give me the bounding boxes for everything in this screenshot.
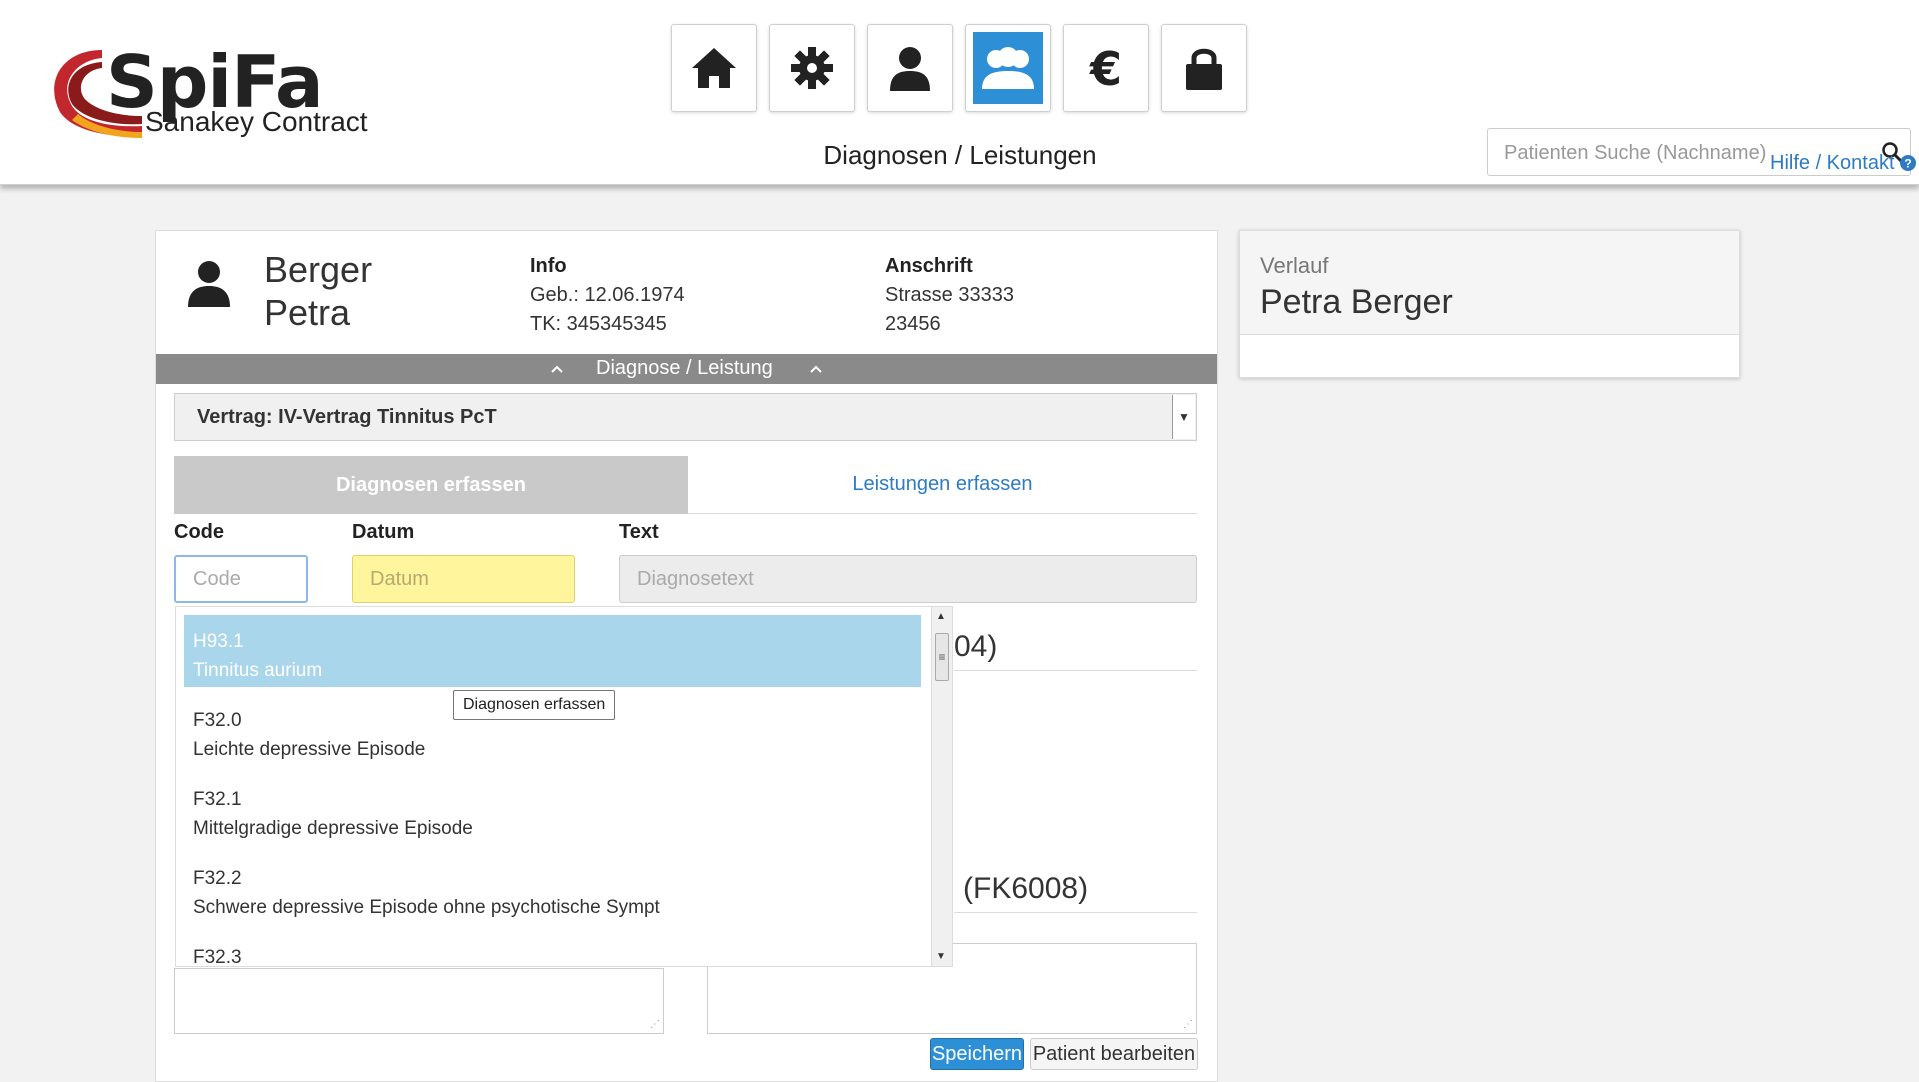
nav-patient-button[interactable] xyxy=(867,24,953,112)
svg-text:€: € xyxy=(1089,45,1122,91)
spifa-logo[interactable]: SpiFa Sanakey Contract xyxy=(42,40,372,150)
suggestion-text: Schwere depressive Episode ohne psychoti… xyxy=(193,897,660,918)
save-button[interactable]: Speichern xyxy=(930,1038,1024,1070)
patient-street: Strasse 33333 xyxy=(885,284,1014,306)
suggestion-code: H93.1 xyxy=(193,631,244,652)
tooltip: Diagnosen erfassen xyxy=(453,690,616,720)
notes-textarea-left[interactable]: ⋰ xyxy=(174,968,664,1034)
history-patient-name: Petra Berger xyxy=(1260,283,1453,321)
suggestion-item[interactable]: F32.3 xyxy=(184,931,921,967)
date-label: Datum xyxy=(352,521,415,543)
app-header: SpiFa Sanakey Contract € Diagnosen / Lei… xyxy=(0,0,1919,185)
users-icon xyxy=(982,47,1034,89)
partial-entry-text: 04) xyxy=(954,630,998,663)
resize-grip-icon[interactable]: ⋰ xyxy=(650,1020,660,1030)
svg-text:?: ? xyxy=(1904,157,1911,171)
code-input[interactable] xyxy=(174,555,308,603)
contract-select[interactable]: Vertrag: IV-Vertrag Tinnitus PcT ▼ xyxy=(174,393,1197,441)
history-panel: Verlauf Petra Berger xyxy=(1239,230,1740,378)
patient-birth-date: Geb.: 12.06.1974 xyxy=(530,284,685,306)
dropdown-arrow-icon[interactable]: ▼ xyxy=(1172,395,1195,439)
suggestion-code: F32.1 xyxy=(193,789,242,810)
nav-lock-button[interactable] xyxy=(1161,24,1247,112)
diagnosis-text-input[interactable] xyxy=(619,555,1197,603)
date-input[interactable] xyxy=(352,555,575,603)
section-toggle-bar[interactable]: Diagnose / Leistung xyxy=(156,354,1217,384)
edit-patient-button[interactable]: Patient bearbeiten xyxy=(1030,1038,1198,1070)
suggestion-item[interactable]: F32.2 Schwere depressive Episode ohne ps… xyxy=(184,852,921,924)
divider xyxy=(954,670,1197,671)
scroll-up-arrow-icon[interactable]: ▲ xyxy=(936,611,946,622)
gear-icon xyxy=(791,47,833,89)
divider xyxy=(954,912,1197,913)
lock-icon xyxy=(1186,48,1222,90)
info-label: Info xyxy=(530,255,567,277)
patient-avatar-icon xyxy=(188,261,230,307)
suggestion-text: Leichte depressive Episode xyxy=(193,739,426,760)
history-panel-header: Verlauf Petra Berger xyxy=(1240,231,1739,335)
suggestion-item[interactable]: H93.1 Tinnitus aurium xyxy=(184,615,921,687)
patient-first-name: Petra xyxy=(264,292,351,333)
page-title: Diagnosen / Leistungen xyxy=(823,140,1097,170)
logo-subtitle: Sanakey Contract xyxy=(145,106,368,137)
tab-diagnosen[interactable]: Diagnosen erfassen xyxy=(174,456,688,514)
patient-search-input[interactable] xyxy=(1488,129,1806,177)
suggestions-scrollbar[interactable]: ▲ ≡ ▼ xyxy=(931,607,952,966)
patient-tk-number: TK: 345345345 xyxy=(530,313,667,335)
nav-patients-button[interactable] xyxy=(965,24,1051,112)
suggestion-text: Tinnitus aurium xyxy=(193,660,323,681)
euro-icon: € xyxy=(1089,45,1122,91)
help-icon: ? xyxy=(1900,155,1917,171)
nav-settings-button[interactable] xyxy=(769,24,855,112)
home-icon xyxy=(692,48,736,88)
patient-last-name: Berger xyxy=(264,249,373,290)
scrollbar-thumb[interactable]: ≡ xyxy=(935,633,949,681)
patient-zip: 23456 xyxy=(885,313,941,335)
suggestion-code: F32.2 xyxy=(193,868,242,889)
resize-grip-icon[interactable]: ⋰ xyxy=(1183,1020,1193,1030)
scroll-down-arrow-icon[interactable]: ▼ xyxy=(936,951,946,962)
help-contact-link[interactable]: Hilfe / Kontakt ? xyxy=(1770,152,1917,175)
chevron-up-icon xyxy=(810,365,822,373)
code-label: Code xyxy=(174,521,224,543)
suggestion-text: Mittelgradige depressive Episode xyxy=(193,818,473,839)
history-label: Verlauf xyxy=(1260,253,1329,278)
partial-entry-text: (FK6008) xyxy=(963,872,1089,905)
section-bar-label: Diagnose / Leistung xyxy=(596,357,773,379)
nav-billing-button[interactable]: € xyxy=(1063,24,1149,112)
user-icon xyxy=(890,47,930,91)
diagnosis-suggestions-list: H93.1 Tinnitus aurium F32.0 Leichte depr… xyxy=(175,606,953,967)
tab-leistungen[interactable]: Leistungen erfassen xyxy=(688,456,1197,514)
suggestion-item[interactable]: F32.1 Mittelgradige depressive Episode xyxy=(184,773,921,845)
help-contact-label: Hilfe / Kontakt xyxy=(1770,152,1895,174)
address-label: Anschrift xyxy=(885,255,973,277)
suggestion-code: F32.3 xyxy=(193,947,242,967)
text-label: Text xyxy=(619,521,659,543)
nav-home-button[interactable] xyxy=(671,24,757,112)
chevron-up-icon xyxy=(551,365,563,373)
contract-select-value: Vertrag: IV-Vertrag Tinnitus PcT xyxy=(197,406,497,428)
